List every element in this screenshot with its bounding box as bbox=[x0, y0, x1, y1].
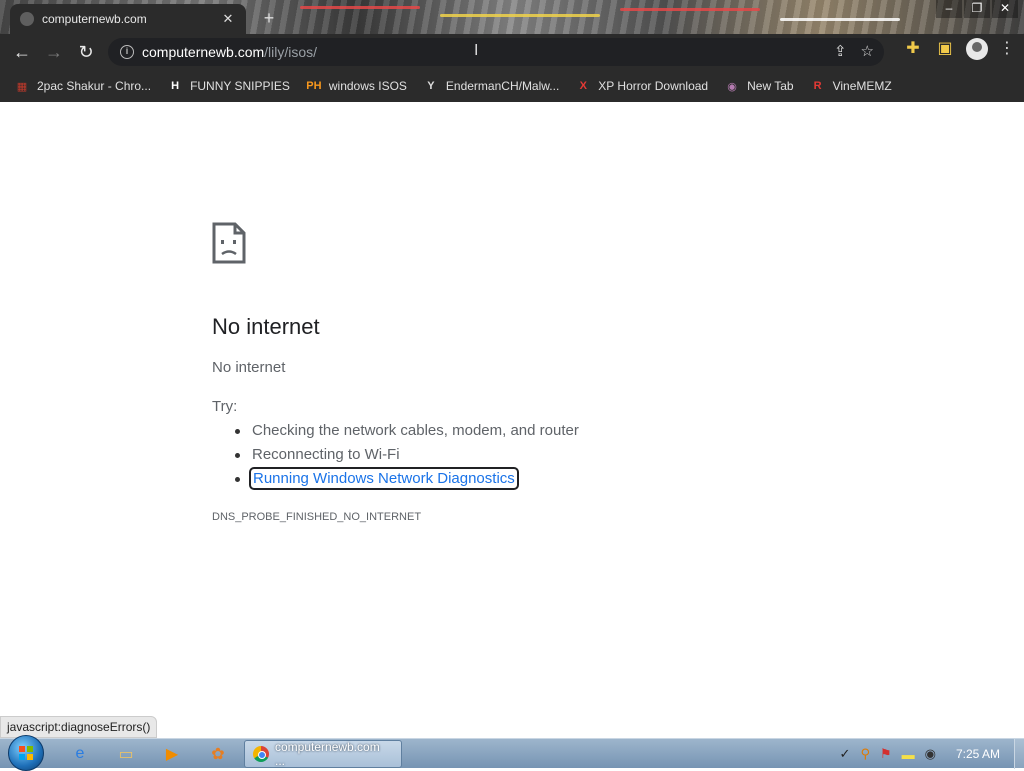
error-title: No internet bbox=[212, 314, 320, 339]
background-scribble bbox=[300, 6, 420, 9]
restore-button[interactable]: ❐ bbox=[964, 0, 990, 18]
bookmark-item[interactable]: ◉ New Tab bbox=[724, 78, 793, 94]
url-host: computernewb.com bbox=[142, 44, 265, 60]
bookmark-item[interactable]: PH windows ISOS bbox=[306, 78, 407, 94]
suggestion-text: Checking the network cables, modem, and … bbox=[252, 422, 579, 439]
bookmark-star-icon[interactable]: ☆ bbox=[861, 42, 874, 60]
close-window-button[interactable]: ✕ bbox=[992, 0, 1018, 18]
bookmark-item[interactable]: ▦ 2pac Shakur - Chro... bbox=[14, 78, 151, 94]
site-info-icon[interactable]: i bbox=[120, 45, 134, 59]
bookmark-label: VineMEMZ bbox=[832, 79, 892, 93]
page-content: No internet No internet Try: Checking th… bbox=[0, 102, 1024, 738]
bookmarks-bar: ▦ 2pac Shakur - Chro... H FUNNY SNIPPIES PH w… bbox=[0, 70, 1024, 102]
toolbar-right-actions: ✚ ▣ ⋮ bbox=[902, 38, 1016, 60]
suggestion-item: Running Windows Network Diagnostics bbox=[235, 467, 579, 493]
title-bar: computernewb.com ✕ + – ❐ ✕ bbox=[0, 0, 1024, 34]
network-diagnostics-link[interactable]: Running Windows Network Diagnostics bbox=[249, 467, 519, 490]
system-tray: ✓ ⚲ ⚑ ▬ ◉ 7:25 AM bbox=[840, 739, 1016, 769]
x-icon: X bbox=[579, 80, 587, 92]
tray-volume-icon[interactable]: ◉ bbox=[925, 746, 936, 762]
bookmark-label: FUNNY SNIPPIES bbox=[190, 79, 290, 93]
reload-button[interactable]: ↻ bbox=[70, 36, 102, 68]
ph-icon: PH bbox=[306, 80, 322, 92]
start-button[interactable] bbox=[8, 735, 44, 771]
suggestion-item: Reconnecting to Wi-Fi bbox=[235, 445, 579, 469]
tab-close-icon[interactable]: ✕ bbox=[220, 11, 236, 27]
back-button[interactable]: ← bbox=[6, 36, 38, 68]
suggestion-text: Reconnecting to Wi-Fi bbox=[252, 446, 400, 463]
r-icon: R bbox=[813, 80, 822, 92]
suggestion-list: Checking the network cables, modem, and … bbox=[235, 421, 579, 493]
2pac-icon: ▦ bbox=[16, 80, 28, 93]
url-path: /lily/isos/ bbox=[264, 44, 318, 60]
chrome-icon bbox=[253, 746, 269, 762]
show-desktop-button[interactable] bbox=[1014, 739, 1024, 769]
background-scribble bbox=[780, 18, 900, 21]
background-scribble bbox=[620, 8, 760, 11]
taskbar-chrome-window[interactable]: computernewb.com ... bbox=[244, 740, 402, 768]
try-label: Try: bbox=[212, 398, 238, 415]
bookmark-item[interactable]: X XP Horror Download bbox=[575, 78, 709, 94]
taskbar-window-label: computernewb.com ... bbox=[275, 740, 380, 768]
bookmark-item[interactable]: Y EndermanCH/Malw... bbox=[423, 78, 559, 94]
bookmark-label: windows ISOS bbox=[328, 79, 407, 93]
bookmark-label: EndermanCH/Malw... bbox=[445, 79, 560, 93]
h-icon: H bbox=[171, 80, 180, 92]
ie-icon[interactable]: e bbox=[62, 742, 98, 766]
minimize-button[interactable]: – bbox=[936, 0, 962, 18]
paint-icon[interactable]: ✿ bbox=[200, 742, 236, 766]
tray-note-icon[interactable]: ▬ bbox=[902, 747, 915, 762]
bookmark-item[interactable]: R VineMEMZ bbox=[810, 78, 892, 94]
tray-check-icon[interactable]: ✓ bbox=[840, 746, 851, 762]
bookmark-label: New Tab bbox=[747, 79, 794, 93]
tab-title: computernewb.com bbox=[42, 12, 147, 26]
profile-avatar[interactable] bbox=[966, 38, 988, 60]
extensions-icon[interactable]: ✚ bbox=[902, 38, 924, 60]
tray-search-icon[interactable]: ⚲ bbox=[860, 746, 870, 762]
error-code: DNS_PROBE_FINISHED_NO_INTERNET bbox=[212, 511, 422, 523]
globe-icon: ◉ bbox=[727, 80, 737, 93]
browser-menu-icon[interactable]: ⋮ bbox=[998, 38, 1016, 60]
new-tab-button[interactable]: + bbox=[258, 8, 280, 30]
media-player-icon[interactable]: ▶ bbox=[154, 742, 190, 766]
share-icon[interactable]: ⇪ bbox=[834, 42, 847, 60]
forward-button[interactable]: → bbox=[38, 36, 70, 68]
bookmark-item[interactable]: H FUNNY SNIPPIES bbox=[167, 78, 290, 94]
background-scribble bbox=[440, 14, 600, 17]
yp-icon: Y bbox=[427, 80, 435, 92]
address-bar[interactable]: i computernewb.com/lily/isos/ ⇪ ☆ bbox=[108, 38, 884, 66]
suggestion-item: Checking the network cables, modem, and … bbox=[235, 421, 579, 445]
window-controls: – ❐ ✕ bbox=[936, 0, 1018, 18]
bookmark-label: XP Horror Download bbox=[598, 79, 709, 93]
tab-favicon-icon bbox=[20, 12, 34, 26]
explorer-icon[interactable]: ▭ bbox=[108, 742, 144, 766]
omnibox-actions: ⇪ ☆ bbox=[834, 42, 874, 60]
sad-page-icon bbox=[212, 222, 246, 264]
clock[interactable]: 7:25 AM bbox=[956, 747, 1000, 761]
text-cursor-icon: I bbox=[474, 42, 479, 59]
taskbar: e ▭ ▶ ✿ computernewb.com ... ✓ ⚲ ⚑ ▬ ◉ 7:25… bbox=[0, 735, 1024, 771]
browser-tab[interactable]: computernewb.com ✕ bbox=[10, 4, 246, 34]
bookmark-label: 2pac Shakur - Chro... bbox=[37, 79, 152, 93]
tray-flag-icon[interactable]: ⚑ bbox=[880, 746, 892, 762]
browser-toolbar: ← → ↻ i computernewb.com/lily/isos/ ⇪ ☆ … bbox=[0, 34, 1024, 70]
side-panel-icon[interactable]: ▣ bbox=[934, 38, 956, 60]
error-subtitle: No internet bbox=[212, 359, 286, 376]
